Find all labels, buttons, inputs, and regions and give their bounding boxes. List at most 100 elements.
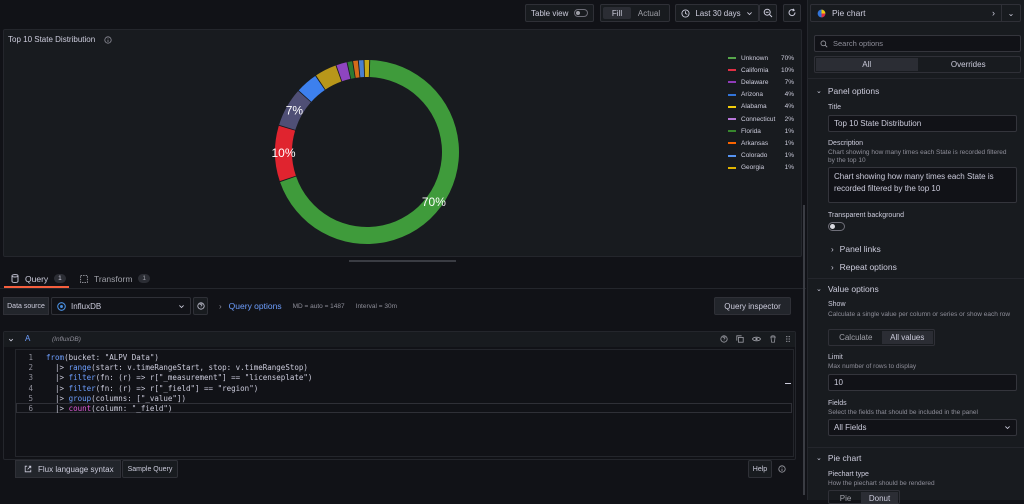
scroll-marker bbox=[785, 383, 791, 384]
eye-icon[interactable] bbox=[752, 335, 761, 343]
legend-swatch bbox=[728, 93, 736, 96]
legend-item[interactable]: Delaware 7% bbox=[728, 76, 794, 88]
code-line: |> group(columns: ["_value"]) bbox=[46, 393, 186, 403]
help-button[interactable]: Help bbox=[748, 460, 772, 478]
legend-label: Arkansas bbox=[741, 139, 769, 147]
legend-swatch bbox=[728, 154, 736, 157]
calculate-option[interactable]: Calculate bbox=[830, 331, 882, 344]
question-icon bbox=[196, 302, 205, 310]
collapse-chevron-icon[interactable] bbox=[8, 337, 14, 343]
panel-options-header[interactable]: ⌄ Panel options bbox=[816, 86, 879, 96]
donut-option[interactable]: Donut bbox=[861, 492, 898, 503]
legend-item[interactable]: Arizona 4% bbox=[728, 89, 794, 101]
tab-transform-count: 1 bbox=[138, 274, 151, 283]
sample-query-button[interactable]: Sample Query bbox=[122, 460, 178, 478]
description-value: Chart showing how many times each State … bbox=[834, 172, 994, 193]
repeat-options-header[interactable]: › Repeat options bbox=[831, 262, 897, 272]
legend-value: 10% bbox=[780, 66, 794, 74]
visualization-picker[interactable]: Pie chart › ⌄ bbox=[810, 4, 1021, 22]
code-line: |> range(start: v.timeRangeStart, stop: … bbox=[46, 363, 308, 373]
transparent-label: Transparent background bbox=[828, 212, 905, 219]
data-source-picker[interactable]: InfluxDB bbox=[51, 297, 191, 315]
chevron-right-icon: › bbox=[992, 8, 995, 18]
legend-label: Florida bbox=[741, 127, 761, 135]
line-number: 2 bbox=[28, 363, 33, 373]
legend-item[interactable]: Arkansas 1% bbox=[728, 137, 794, 149]
all-values-option[interactable]: All values bbox=[881, 331, 933, 344]
editor-scrollbar[interactable] bbox=[803, 205, 805, 495]
flux-syntax-link[interactable]: Flux language syntax bbox=[15, 460, 121, 478]
zoom-out-button[interactable] bbox=[759, 4, 777, 22]
fill-button[interactable]: Fill bbox=[603, 7, 631, 19]
show-help: Calculate a single value per column or s… bbox=[828, 311, 1011, 318]
chevron-right-icon: › bbox=[831, 262, 834, 272]
query-options-toggle[interactable]: › Query options MD = auto = 1487 Interva… bbox=[219, 297, 397, 315]
legend-item[interactable]: California 10% bbox=[728, 64, 794, 76]
info-icon[interactable] bbox=[778, 465, 786, 473]
legend-value: 4% bbox=[784, 103, 794, 111]
chevron-right-icon: › bbox=[219, 301, 222, 311]
legend-item[interactable]: Unknown 70% bbox=[728, 52, 794, 64]
pie-slice-georgia[interactable] bbox=[364, 60, 370, 78]
query-row-header[interactable] bbox=[4, 332, 795, 347]
pie-slice-label: 70% bbox=[422, 195, 446, 209]
drag-handle-icon[interactable] bbox=[785, 335, 791, 343]
tabs-divider bbox=[0, 288, 806, 289]
data-source-value: InfluxDB bbox=[71, 301, 102, 311]
trash-icon[interactable] bbox=[769, 335, 777, 343]
max-data-points: MD = auto = 1487 bbox=[292, 302, 345, 310]
duplicate-icon[interactable] bbox=[736, 335, 744, 343]
panel-title-text: Top 10 State Distribution bbox=[8, 35, 96, 44]
value-options-header[interactable]: ⌄ Value options bbox=[816, 284, 879, 294]
data-source-help-button[interactable] bbox=[193, 297, 208, 315]
tab-transform[interactable]: Transform 1 bbox=[74, 270, 156, 287]
legend-value: 70% bbox=[780, 54, 794, 62]
pie-slice-colorado[interactable] bbox=[358, 60, 365, 78]
table-view-toggle[interactable]: Table view bbox=[525, 4, 594, 22]
legend-swatch bbox=[728, 57, 736, 59]
table-view-label: Table view bbox=[531, 8, 569, 18]
legend-item[interactable]: Florida 1% bbox=[728, 125, 794, 137]
legend-item[interactable]: Colorado 1% bbox=[728, 150, 794, 162]
tab-query[interactable]: Query 1 bbox=[3, 270, 74, 287]
line-number: 3 bbox=[28, 373, 33, 383]
query-inspector-button[interactable]: Query inspector bbox=[714, 297, 791, 315]
line-number: 6 bbox=[28, 404, 33, 413]
actual-button[interactable]: Actual bbox=[631, 7, 667, 19]
resize-handle[interactable] bbox=[349, 260, 456, 262]
toggle-switch[interactable] bbox=[574, 9, 589, 17]
query-row-actions bbox=[720, 335, 791, 343]
legend-item[interactable]: Georgia 1% bbox=[728, 162, 794, 174]
pie-option[interactable]: Pie bbox=[830, 492, 861, 503]
legend-label: Delaware bbox=[741, 78, 769, 86]
legend-value: 1% bbox=[784, 139, 794, 147]
chevron-right-icon: › bbox=[831, 244, 834, 254]
options-divider bbox=[808, 447, 1024, 448]
limit-input[interactable]: 10 bbox=[828, 374, 1017, 391]
search-options-input[interactable]: Search options bbox=[814, 35, 1021, 52]
time-range-picker[interactable]: Last 30 days bbox=[675, 4, 759, 22]
tab-overrides[interactable]: Overrides bbox=[918, 58, 1020, 71]
legend-item[interactable]: Alabama 4% bbox=[728, 101, 794, 113]
limit-label: Limit bbox=[828, 354, 843, 361]
code-line: from(bucket: "ALPV Data") bbox=[46, 353, 159, 362]
help-icon[interactable] bbox=[720, 335, 728, 343]
code-line: |> filter(fn: (r) => r["_field"] == "reg… bbox=[46, 383, 259, 393]
limit-help: Max number of rows to display bbox=[828, 363, 917, 370]
title-input[interactable]: Top 10 State Distribution bbox=[828, 115, 1017, 132]
tab-all[interactable]: All bbox=[816, 58, 918, 71]
chevron-down-icon: ⌄ bbox=[816, 286, 822, 293]
expand-icon[interactable]: ⌄ bbox=[1001, 5, 1020, 21]
legend-item[interactable]: Connecticut 2% bbox=[728, 113, 794, 125]
external-link-icon bbox=[24, 465, 32, 473]
query-ref-id[interactable]: A bbox=[25, 334, 30, 343]
line-number: 1 bbox=[28, 353, 33, 362]
description-textarea[interactable]: Chart showing how many times each State … bbox=[828, 167, 1017, 203]
info-icon[interactable] bbox=[104, 35, 112, 44]
refresh-button[interactable] bbox=[783, 4, 801, 22]
pie-chart-options-header[interactable]: ⌄ Pie chart bbox=[816, 453, 861, 463]
fields-select[interactable]: All Fields bbox=[828, 419, 1017, 436]
legend-swatch bbox=[728, 69, 736, 72]
transparent-toggle[interactable] bbox=[828, 222, 845, 231]
panel-links-header[interactable]: › Panel links bbox=[831, 244, 881, 254]
